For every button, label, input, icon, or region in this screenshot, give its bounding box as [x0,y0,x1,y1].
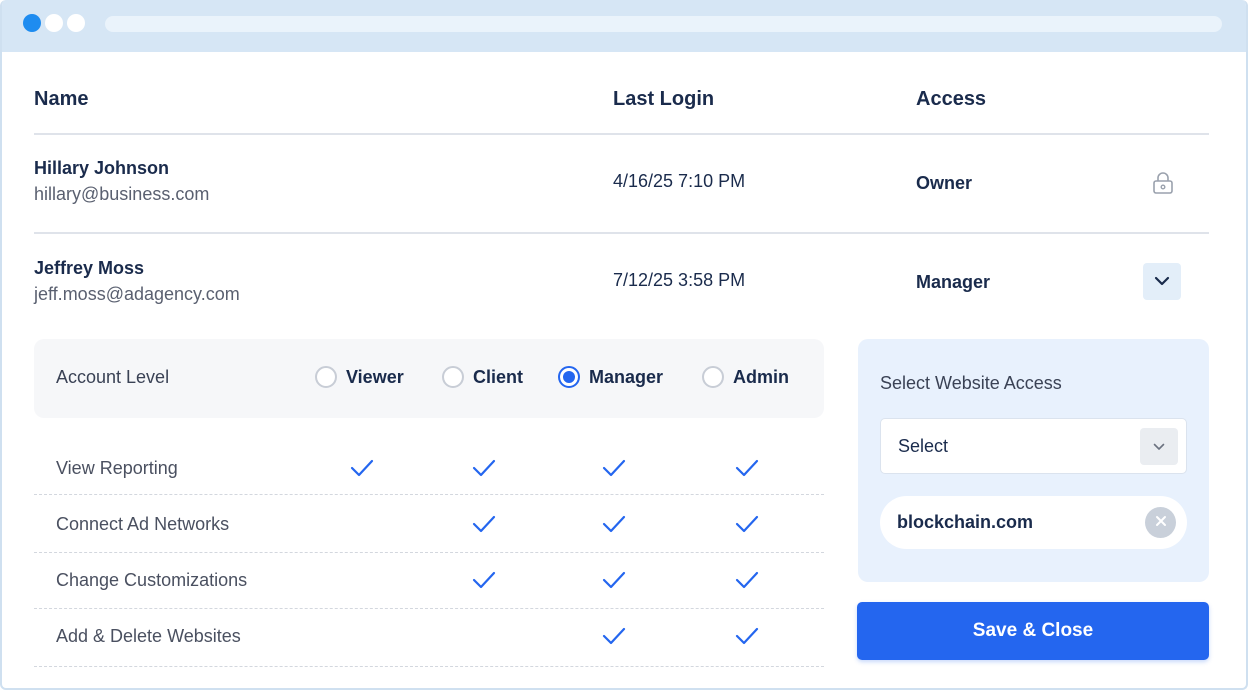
chevron-down-icon [1153,438,1165,456]
radio-button[interactable] [315,366,337,388]
column-header-last-login: Last Login [613,88,715,110]
column-header-access: Access [916,88,987,110]
dropdown-caret-button[interactable] [1140,428,1178,465]
checkmark-icon [472,515,496,533]
checkmark-icon [735,571,759,589]
app-window: Name Last Login Access Hillary Johnson h… [0,0,1248,690]
permission-label: View Reporting [56,458,178,478]
select-value: Select [898,436,949,456]
row-divider [34,494,824,495]
checkmark-icon [602,515,626,533]
selected-website-chip: blockchain.com [880,496,1187,549]
user-name: Hillary Johnson [34,158,170,178]
checkmark-icon [602,571,626,589]
radio-button-selected[interactable] [558,366,580,388]
save-and-close-button[interactable]: Save & Close [857,602,1209,660]
row-divider [34,232,1209,234]
remove-website-button[interactable] [1145,507,1176,538]
checkmark-icon [602,459,626,477]
checkmark-icon [602,627,626,645]
column-header-name: Name [34,88,89,110]
user-role: Manager [916,272,991,292]
website-access-title: Select Website Access [880,373,1062,393]
radio-option-admin[interactable]: Admin [702,366,789,388]
radio-label: Viewer [346,366,404,387]
radio-label: Manager [589,366,664,387]
close-icon [1155,514,1167,532]
permission-label: Change Customizations [56,570,248,590]
radio-button[interactable] [702,366,724,388]
radio-label: Admin [733,366,789,387]
radio-option-viewer[interactable]: Viewer [315,366,404,388]
window-close-dot[interactable] [23,14,41,32]
header-divider [34,133,1209,135]
website-select-dropdown[interactable]: Select [880,418,1187,474]
row-divider [34,666,824,667]
selected-website-label: blockchain.com [897,512,1034,532]
window-maximize-dot[interactable] [67,14,85,32]
user-last-login: 4/16/25 7:10 PM [613,171,746,191]
permission-label: Add & Delete Websites [56,626,241,646]
chevron-down-icon [1154,273,1170,291]
user-role: Owner [916,173,973,193]
collapse-row-button[interactable] [1143,263,1181,300]
checkmark-icon [735,459,759,477]
row-divider [34,552,824,553]
checkmark-icon [735,515,759,533]
permission-label: Connect Ad Networks [56,514,230,534]
row-divider [34,608,824,609]
radio-button[interactable] [442,366,464,388]
checkmark-icon [472,571,496,589]
radio-option-manager[interactable]: Manager [558,366,663,388]
window-titlebar [2,0,1246,52]
checkmark-icon [472,459,496,477]
user-email: hillary@business.com [34,184,210,204]
user-email: jeff.moss@adagency.com [34,284,240,304]
user-last-login: 7/12/25 3:58 PM [613,270,746,290]
account-level-label: Account Level [56,367,170,387]
radio-option-client[interactable]: Client [442,366,523,388]
user-name: Jeffrey Moss [34,258,145,278]
radio-label: Client [473,366,524,387]
lock-icon [1152,171,1174,195]
window-minimize-dot[interactable] [45,14,63,32]
checkmark-icon [350,459,374,477]
address-bar[interactable] [105,16,1222,32]
checkmark-icon [735,627,759,645]
